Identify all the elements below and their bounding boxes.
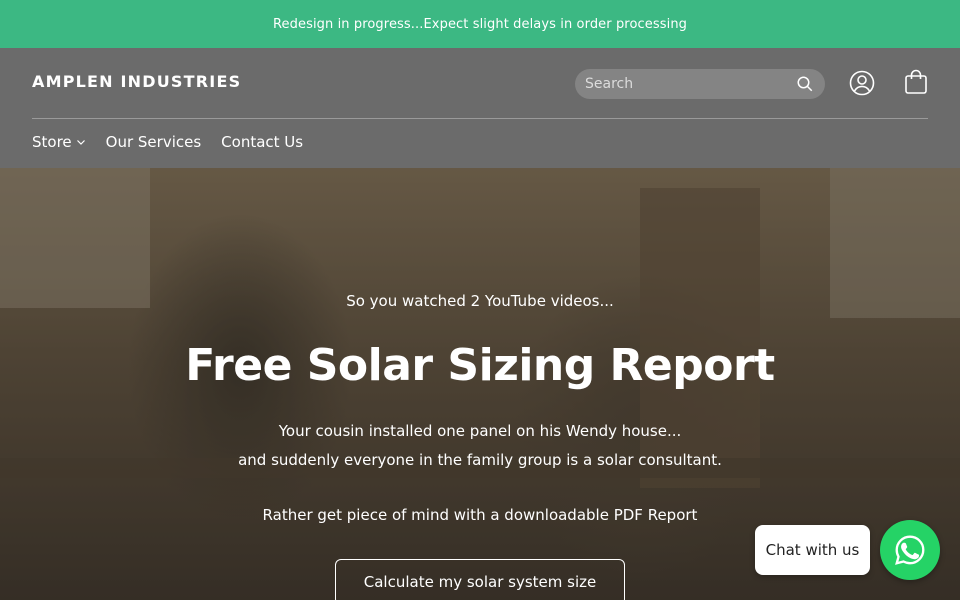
search-icon[interactable] [795,74,815,94]
brand-logo[interactable]: AMPLEN INDUSTRIES [32,72,241,91]
hero-text-line-2: and suddenly everyone in the family grou… [238,451,722,469]
whatsapp-icon[interactable] [880,520,940,580]
hero-text-line-1: Your cousin installed one panel on his W… [278,422,682,440]
chat-with-us-button[interactable]: Chat with us [755,525,870,575]
announcement-bar: Redesign in progress...Expect slight del… [0,0,960,48]
account-icon[interactable] [849,70,875,96]
nav-item-label: Store [32,133,72,151]
chevron-down-icon [76,140,85,145]
announcement-text: Redesign in progress...Expect slight del… [272,16,688,32]
search-box[interactable] [575,69,825,99]
hero-text-line-3: Rather get piece of mind with a download… [262,506,698,524]
nav-item-contact-us[interactable]: Contact Us [221,133,303,151]
site-header: AMPLEN INDUSTRIES Store Our Service [0,48,960,168]
nav-item-our-services[interactable]: Our Services [106,133,202,151]
main-nav: Store Our Services Contact Us [32,133,303,151]
hero-eyebrow: So you watched 2 YouTube videos... [346,292,614,310]
shopping-bag-icon[interactable] [904,69,928,95]
hero-headline: Free Solar Sizing Report [185,340,775,391]
header-divider [32,118,928,119]
search-input[interactable] [585,76,795,92]
calculate-solar-size-button[interactable]: Calculate my solar system size [335,559,625,600]
nav-item-store[interactable]: Store [32,133,86,151]
